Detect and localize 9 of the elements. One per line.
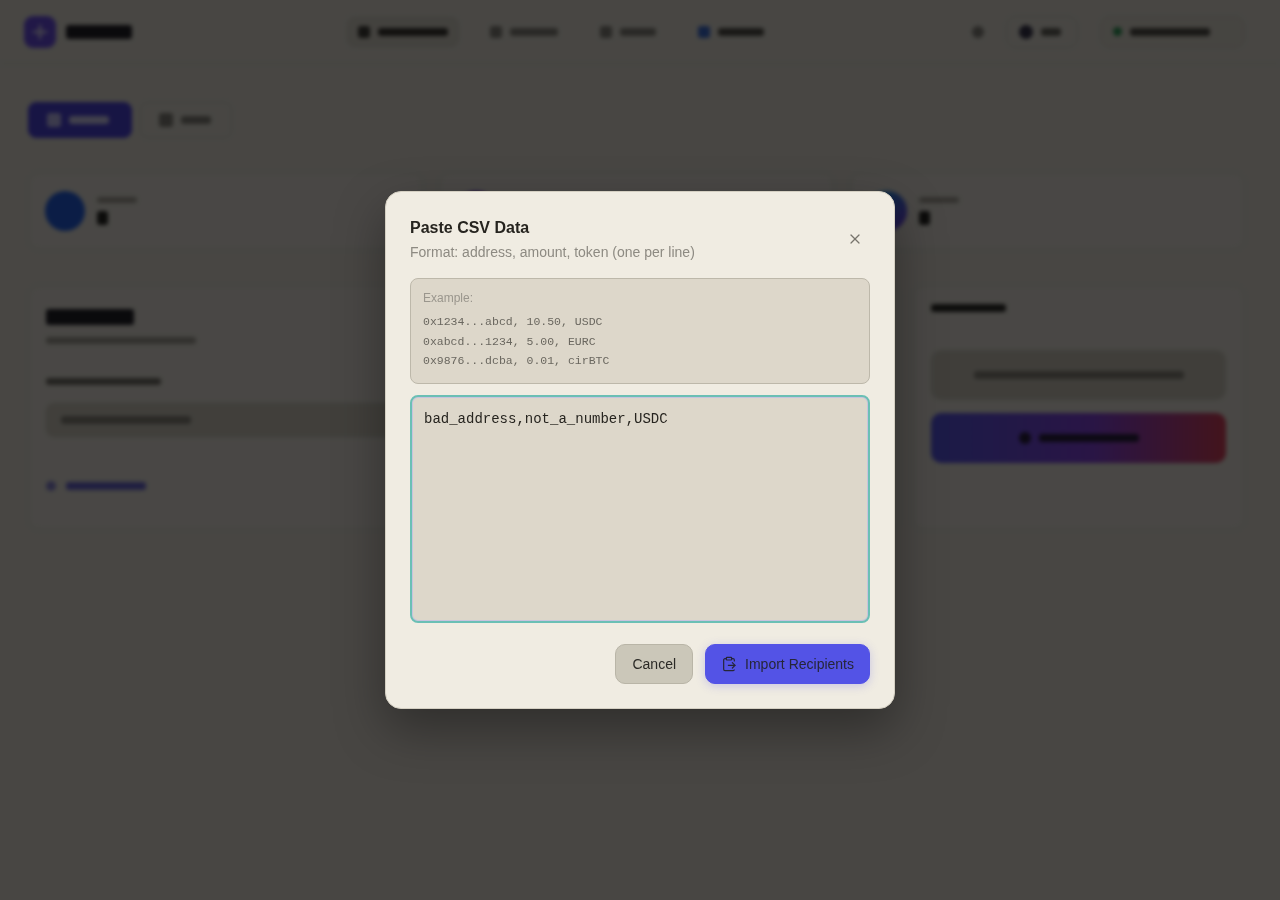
dialog-title: Paste CSV Data — [410, 218, 530, 239]
example-line: 0xabcd...1234, 5.00, EURC — [423, 333, 596, 350]
example-line: 0x9876...dcba, 0.01, cirBTC — [423, 353, 610, 370]
clipboard-arrow-icon — [721, 655, 738, 672]
csv-input-field[interactable]: bad_address,not_a_number,USDC — [410, 394, 870, 623]
example-line: 0x1234...abcd, 10.50, USDC — [423, 314, 603, 331]
dialog-subtitle: Format: address, amount, token (one per line) — [410, 243, 695, 263]
example-label: Example: — [423, 290, 474, 307]
cancel-button[interactable]: Cancel — [615, 643, 694, 684]
